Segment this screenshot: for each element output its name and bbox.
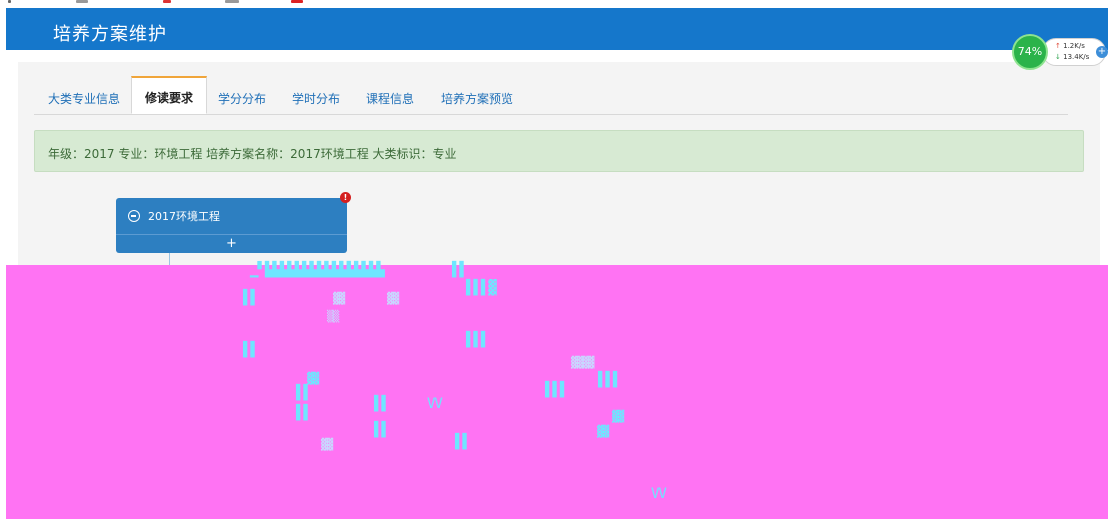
render-artifact-glyph: ▌▌ — [296, 405, 312, 421]
upload-speed: ↑ 1.2K/s — [1055, 42, 1085, 50]
add-child-button[interactable]: + — [116, 235, 347, 253]
tree-node-header[interactable]: 2017环境工程 — [128, 208, 220, 224]
strip-mark — [163, 0, 171, 3]
down-arrow-icon: ↓ — [1055, 53, 1061, 61]
network-monitor-widget[interactable]: ↑ 1.2K/s ↓ 13.4K/s 74% + — [1012, 34, 1108, 70]
render-artifact-glyph: ▌▌▌▓ — [466, 280, 497, 296]
plan-info-text: 年级：2017 专业：环境工程 培养方案名称：2017环境工程 大类标识：专业 — [48, 147, 457, 161]
render-artifact-glyph: ▓▓ — [387, 292, 399, 305]
render-artifact-glyph: ▓▓ — [612, 410, 624, 423]
tab-requirements[interactable]: 修读要求 — [131, 76, 208, 114]
render-artifact-glyph: ▌▌ — [374, 396, 390, 412]
download-speed: ↓ 13.4K/s — [1055, 53, 1089, 61]
strip-mark — [76, 0, 88, 3]
tree-connector — [169, 253, 170, 265]
tab-bar: 大类专业信息 修读要求 学分分布 学时分布 课程信息 培养方案预览 — [34, 76, 1068, 115]
download-speed-value: 13.4K/s — [1063, 53, 1090, 61]
render-artifact-glyph: ▓▓ — [307, 372, 319, 385]
strip-mark — [291, 0, 303, 3]
render-artifact-glyph: ▓▓ — [321, 438, 333, 451]
plan-info-bar: 年级：2017 专业：环境工程 培养方案名称：2017环境工程 大类标识：专业 — [34, 130, 1084, 172]
page-title: 培养方案维护 — [53, 24, 167, 45]
render-artifact-glyph: ▌▌ — [243, 342, 259, 358]
strip-mark — [8, 0, 11, 3]
tree-node-label: 2017环境工程 — [148, 210, 220, 223]
tab-major-info[interactable]: 大类专业信息 — [48, 90, 120, 107]
render-artifact-glyph: ▌▌▌ — [466, 332, 489, 348]
render-artifact-glyph: ▓▓ — [333, 292, 345, 305]
render-artifact-glyph: VV — [427, 396, 443, 412]
tab-hour-distribution[interactable]: 学时分布 — [292, 90, 340, 107]
tree-root-node[interactable]: 2017环境工程 + — [116, 198, 347, 253]
usage-percent[interactable]: 74% — [1012, 34, 1048, 70]
render-artifact-glyph: ▓▓ — [597, 425, 609, 438]
browser-top-strip — [0, 0, 1108, 8]
render-artifact-glyph: ▌▌▌ — [545, 382, 568, 398]
render-artifact-glyph: ▌▌ — [455, 434, 471, 450]
collapse-icon[interactable] — [128, 210, 140, 222]
tab-plan-preview[interactable]: 培养方案预览 — [441, 90, 513, 107]
app-header: 培养方案维护 — [6, 8, 1108, 50]
plus-icon[interactable]: + — [1096, 46, 1108, 58]
strip-mark — [225, 0, 239, 3]
up-arrow-icon: ↑ — [1055, 42, 1061, 50]
tab-credit-distribution[interactable]: 学分分布 — [218, 90, 266, 107]
render-artifact-glyph: VV — [651, 486, 667, 502]
render-artifact-glyph: ▌▌ — [296, 385, 312, 401]
tab-course-info[interactable]: 课程信息 — [366, 90, 414, 107]
upload-speed-value: 1.2K/s — [1063, 42, 1085, 50]
render-artifact-glyph: ▌▌▌ — [598, 372, 621, 388]
render-artifact-glyph: ▌▌ — [374, 422, 390, 438]
alert-badge: ! — [340, 192, 351, 203]
render-artifact-glyph: ▌▌ — [243, 290, 259, 306]
render-artifact-glyph: ▁▘▙▙▙▙▙▙▙▙▙▙▙▙▙▙▙▙ — [250, 262, 385, 278]
render-artifact-glyph: ▓▓▓▓ — [571, 356, 594, 369]
render-artifact-glyph: ▒▒ — [327, 310, 339, 323]
render-artifact-glyph: ▌▌ — [452, 262, 468, 278]
